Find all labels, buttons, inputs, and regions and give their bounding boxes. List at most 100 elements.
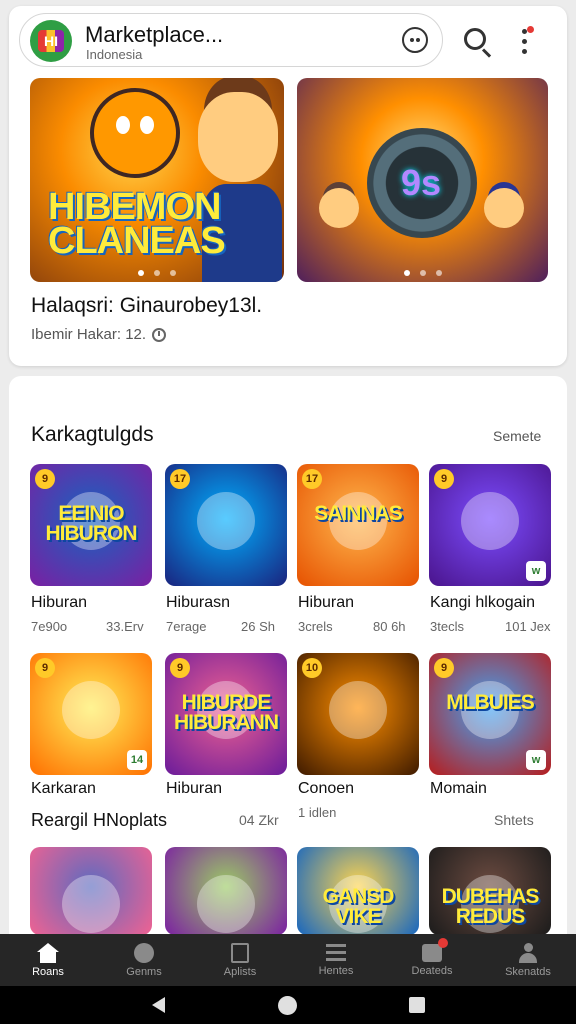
app-meta-right: 33.Erv — [106, 619, 144, 634]
nav-home-label: Roans — [32, 965, 64, 978]
app-name[interactable]: Momain — [430, 780, 487, 798]
girl-character-image — [484, 188, 524, 228]
app-tile-image[interactable]: 9 14 — [30, 653, 152, 775]
app-meta-right: 80 6h — [373, 619, 406, 634]
recents-icon[interactable] — [409, 997, 425, 1013]
character-image — [197, 492, 255, 550]
section-title: Karkagtulgds — [31, 423, 154, 446]
rating-badge: 9 — [170, 658, 190, 678]
app-name[interactable]: Conoen — [298, 780, 354, 798]
nav-games-label: Genms — [126, 965, 162, 978]
see-all-link[interactable]: Semete — [493, 428, 541, 444]
nav-profile-label: Skenatds — [505, 965, 551, 978]
app-meta-right: 101 Jex — [505, 619, 551, 634]
home-circle-icon[interactable] — [278, 996, 297, 1015]
app-tile-image[interactable] — [30, 847, 152, 935]
apps-icon — [231, 942, 249, 963]
banner-hibemon[interactable]: HIBEMON CLANEAS — [30, 78, 284, 282]
featured-title[interactable]: Halaqsri: Ginaurobey13l. — [31, 294, 262, 318]
row-label: Reargil HNoplats — [31, 810, 168, 830]
app-tile-image[interactable]: 17 — [165, 464, 287, 586]
profile-icon — [518, 942, 538, 963]
rating-badge: 9 — [434, 658, 454, 678]
banner-gear-game[interactable]: 9s — [297, 78, 548, 282]
character-image — [197, 875, 255, 933]
banner-pager — [138, 270, 176, 276]
app-tile-image[interactable]: 9w — [429, 464, 551, 586]
kid-character-image — [319, 188, 359, 228]
games-icon — [134, 942, 154, 963]
app-name[interactable]: Kangi hlkogain — [430, 594, 535, 612]
app-name[interactable]: Hiburan — [31, 594, 87, 612]
app-name[interactable]: Hiburan — [166, 780, 222, 798]
character-image — [329, 681, 387, 739]
app-title: Marketplace... — [85, 22, 224, 47]
logo-icon[interactable]: HI — [30, 20, 72, 62]
app-meta-left: 3tecls — [430, 619, 464, 634]
corner-badge: w — [526, 561, 546, 581]
app-name[interactable]: Karkaran — [31, 780, 96, 798]
character-image — [461, 492, 519, 550]
tile-art-title: HIBURDE HIBURANN — [174, 691, 279, 734]
app-name[interactable]: Hiburasn — [166, 594, 230, 612]
app-meta-right: 26 Sh — [241, 619, 275, 634]
nav-list[interactable]: Hentes — [288, 934, 384, 986]
app-meta-left: 7e90o — [31, 619, 68, 634]
tile-art-title: SAINNAS — [314, 502, 403, 525]
nav-apps-label: Aplists — [223, 965, 257, 978]
tile-art-title: MLBUIES — [446, 691, 535, 714]
app-tile-image[interactable]: HIBURDE HIBURANN 9 — [165, 653, 287, 775]
nav-list-label: Hentes — [318, 964, 354, 977]
app-tile-image[interactable]: EEINIO HIBURON 9 — [30, 464, 152, 586]
notification-dot — [527, 26, 534, 33]
rating-badge: 9 — [35, 658, 55, 678]
rating-badge: 9 — [35, 469, 55, 489]
boy-character-image — [198, 92, 278, 182]
system-navigation-bar — [0, 986, 576, 1024]
search-bar[interactable]: HI Marketplace... Indonesia — [19, 13, 443, 67]
nav-apps[interactable]: Aplists — [192, 934, 288, 986]
tile-art-title: DUBEHAS REDUS — [441, 885, 540, 928]
nav-profile[interactable]: Skenatds — [480, 934, 576, 986]
nav-games[interactable]: Genms — [96, 934, 192, 986]
list-icon — [326, 943, 346, 962]
home-icon — [37, 942, 59, 963]
logo-text: HI — [38, 30, 64, 52]
app-tile-image[interactable]: 10 — [297, 653, 419, 775]
more-vert-icon[interactable] — [520, 26, 534, 55]
tile-art-title: GANSD VIKE — [322, 885, 395, 928]
tile-art-title: EEINIO HIBURON — [45, 502, 138, 545]
rating-badge: 17 — [170, 469, 190, 489]
app-name[interactable]: Hiburan — [298, 594, 354, 612]
app-meta-left: 1 idlen — [298, 805, 337, 820]
nav-home[interactable]: Roans — [0, 934, 96, 986]
row-label-middle: 04 Zkr — [239, 812, 279, 828]
app-tile-image[interactable]: SAINNAS 17 — [297, 464, 419, 586]
app-tile-image[interactable]: MLBUIES 9 w — [429, 653, 551, 775]
notification-dot — [438, 937, 448, 948]
banner-gear-text: 9s — [401, 162, 442, 203]
nav-downloads[interactable]: Deateds — [384, 934, 480, 986]
banner-pager — [403, 270, 442, 276]
search-icon[interactable] — [464, 28, 486, 50]
app-subtitle: Indonesia — [86, 47, 143, 62]
featured-meta-text: Ibemir Hakar: 12. — [31, 326, 147, 343]
character-image — [62, 681, 120, 739]
app-tile-image[interactable]: DUBEHAS REDUS — [429, 847, 551, 935]
download-icon — [422, 937, 448, 962]
banner-title: HIBEMON CLANEAS — [48, 186, 226, 262]
corner-badge: w — [526, 750, 546, 770]
row-label-right[interactable]: Shtets — [494, 812, 534, 828]
rating-badge: 17 — [302, 469, 322, 489]
app-tile-image[interactable]: GANSD VIKE — [297, 847, 419, 935]
rating-badge: 9 — [434, 469, 454, 489]
bottom-navigation: Roans Genms Aplists Hentes Deateds Skena… — [0, 934, 576, 986]
smiley-icon[interactable] — [402, 27, 428, 53]
clock-icon — [152, 327, 167, 342]
back-icon[interactable] — [152, 997, 165, 1013]
corner-badge: 14 — [127, 750, 147, 770]
app-meta-left: 7erage — [166, 619, 207, 634]
orange-monster-image — [90, 88, 180, 178]
app-meta-left: 3crels — [298, 619, 333, 634]
app-tile-image[interactable] — [165, 847, 287, 935]
